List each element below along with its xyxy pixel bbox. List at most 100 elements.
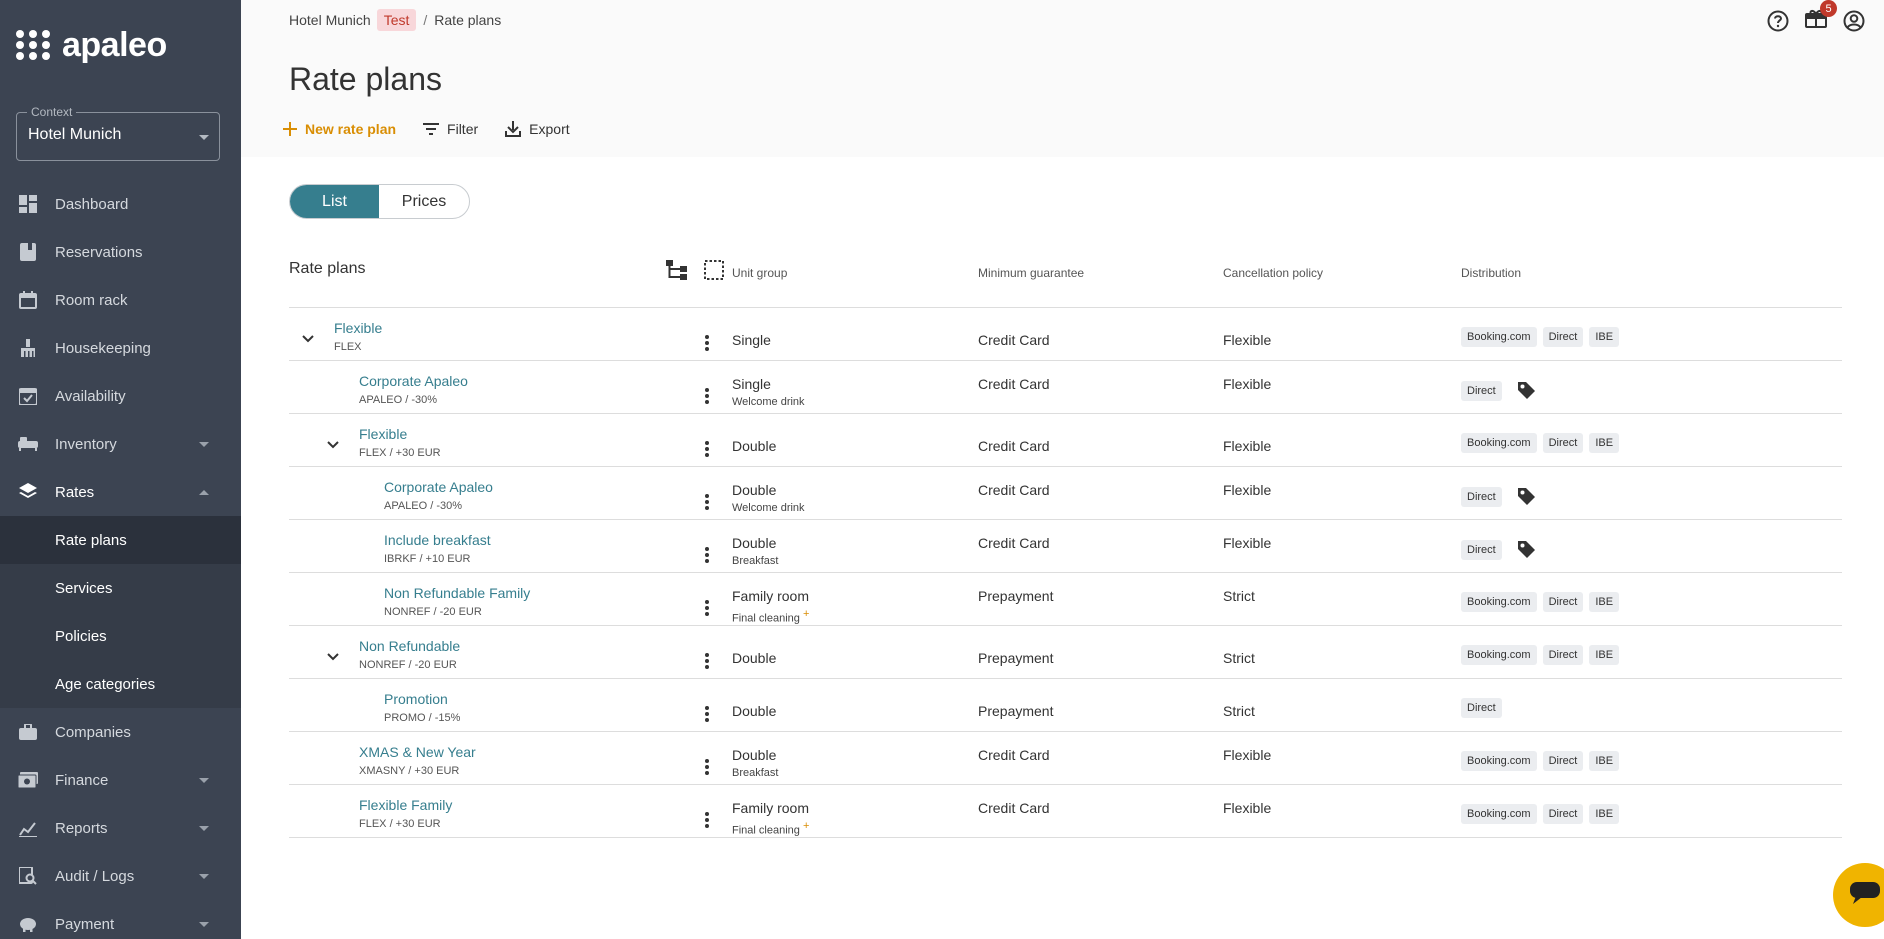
rate-plan-code: NONREF / -20 EUR [359,658,457,671]
chat-button[interactable] [1833,863,1884,927]
table-row[interactable]: XMAS & New Year XMASNY / +30 EUR Double B… [289,731,1842,785]
rate-plan-code: IBRKF / +10 EUR [384,552,471,565]
rate-plan-cell: Corporate Apaleo APALEO / -30% [289,360,732,414]
promo-tag-icon[interactable] [1516,539,1536,562]
gift-notifications-button[interactable]: 5 [1805,0,1837,33]
sidebar-item-room-rack[interactable]: Room rack [0,276,241,324]
minimum-guarantee: Credit Card [978,437,1050,454]
unit-group-cell: Double [732,678,978,732]
column-header-cancellation-policy[interactable]: Cancellation policy [1223,239,1461,308]
chevron-down-icon [199,826,209,831]
table-row[interactable]: Promotion PROMO / -15% Double Prepayment… [289,678,1842,732]
sidebar-item-rates[interactable]: Rates [0,468,241,516]
table-row[interactable]: Non Refundable NONREF / -20 EUR Double P… [289,625,1842,679]
table-row[interactable]: Include breakfast IBRKF / +10 EUR Double… [289,519,1842,573]
table-row[interactable]: Flexible FLEX Single Credit Card Flexibl… [289,307,1842,361]
unit-group: Double [732,649,777,666]
select-all-icon[interactable] [704,260,724,285]
hierarchy-icon[interactable] [666,260,688,285]
minimum-guarantee: Prepayment [978,702,1054,719]
more-options-icon[interactable] [705,493,709,511]
export-button[interactable]: Export [505,121,570,137]
context-select[interactable]: Context Hotel Munich [16,105,220,161]
more-options-icon[interactable] [705,334,709,352]
promo-tag-icon[interactable] [1516,486,1536,509]
column-header-distribution[interactable]: Distribution [1461,239,1842,308]
sidebar-item-rate-plans[interactable]: Rate plans [0,516,241,564]
channel-tag-ibe: IBE [1589,326,1620,347]
unit-group: Double [732,437,777,454]
sidebar-item-companies[interactable]: Companies [0,708,241,756]
channel-tag-booking: Booking.com [1461,591,1537,612]
rate-plan-name-link[interactable]: Flexible [359,426,732,442]
sidebar-item-services[interactable]: Services [0,564,241,612]
tab-prices[interactable]: Prices [379,185,469,218]
sidebar-item-reports[interactable]: Reports [0,804,241,852]
unit-group-service: Final cleaning [732,824,800,837]
sidebar-item-reservations[interactable]: Reservations [0,228,241,276]
notification-count: 5 [1820,0,1837,17]
minimum-guarantee: Credit Card [978,746,1050,763]
tab-list[interactable]: List [290,185,379,218]
channel-tag-direct: Direct [1542,750,1584,771]
sidebar-item-audit-logs[interactable]: Audit / Logs [0,852,241,900]
more-options-icon[interactable] [705,705,709,723]
new-rate-plan-label: New rate plan [305,121,397,137]
rate-plan-name-link[interactable]: Promotion [384,691,732,707]
table-row[interactable]: Corporate Apaleo APALEO / -30% Double Wel… [289,466,1842,520]
rate-plan-name-link[interactable]: Flexible Family [359,797,732,813]
rate-plan-name-link[interactable]: XMAS & New Year [359,744,732,760]
sidebar-item-age-categories[interactable]: Age categories [0,660,241,708]
chat-icon [1850,881,1880,909]
help-icon[interactable] [1767,10,1789,32]
rate-plan-name-link[interactable]: Non Refundable Family [384,585,732,601]
rate-plan-name-link[interactable]: Corporate Apaleo [359,373,732,389]
unit-group-cell: Double Breakfast [732,731,978,785]
channel-tag-direct: Direct [1542,432,1584,453]
chevron-down-icon[interactable] [327,436,339,452]
breadcrumb-hotel[interactable]: Hotel Munich [289,12,371,28]
unit-group: Double [732,746,777,763]
sidebar-item-inventory[interactable]: Inventory [0,420,241,468]
sidebar-item-payment[interactable]: Payment [0,900,241,939]
rate-plan-name-link[interactable]: Corporate Apaleo [384,479,732,495]
sidebar-item-availability[interactable]: Availability [0,372,241,420]
sidebar-item-policies[interactable]: Policies [0,612,241,660]
filter-button[interactable]: Filter [423,121,478,137]
table-row[interactable]: Corporate Apaleo APALEO / -30% Single Wel… [289,360,1842,414]
rate-plans-table: Rate plans Unit group Minimum guarantee … [289,239,1842,838]
more-options-icon[interactable] [705,652,709,670]
sidebar-item-housekeeping[interactable]: Housekeeping [0,324,241,372]
table-row[interactable]: Non Refundable Family NONREF / -20 EUR F… [289,572,1842,626]
unit-group-service: Breakfast [732,766,779,779]
apaleo-logo[interactable]: apaleo [0,0,241,90]
unit-group-service: Breakfast [732,554,779,567]
more-options-icon[interactable] [705,387,709,405]
more-options-icon[interactable] [705,440,709,458]
more-options-icon[interactable] [705,811,709,829]
column-header-unit-group[interactable]: Unit group [732,239,978,308]
promo-tag-icon[interactable] [1516,380,1536,403]
sidebar-item-label: Dashboard [55,195,129,213]
rate-plan-name-link[interactable]: Non Refundable [359,638,732,654]
rate-plan-name-link[interactable]: Flexible [334,320,732,336]
piggy-bank-icon [18,914,38,934]
new-rate-plan-button[interactable]: New rate plan [283,121,396,137]
distribution-cell: Booking.com Direct IBE [1461,784,1842,838]
column-header-minimum-guarantee[interactable]: Minimum guarantee [978,239,1223,308]
sidebar-item-label: Reservations [55,243,143,261]
more-options-icon[interactable] [705,599,709,617]
more-options-icon[interactable] [705,758,709,776]
chevron-down-icon[interactable] [302,330,314,346]
more-options-icon[interactable] [705,546,709,564]
unit-group: Double [732,481,777,498]
table-row[interactable]: Flexible FLEX / +30 EUR Double Credit Ca… [289,413,1842,467]
cancellation-policy: Flexible [1223,331,1272,348]
sidebar-item-finance[interactable]: Finance [0,756,241,804]
minimum-guarantee-cell: Prepayment [978,678,1223,732]
table-row[interactable]: Flexible Family FLEX / +30 EUR Family ro… [289,784,1842,838]
chevron-down-icon[interactable] [327,648,339,664]
account-icon[interactable] [1843,10,1865,32]
rate-plan-name-link[interactable]: Include breakfast [384,532,732,548]
sidebar-item-dashboard[interactable]: Dashboard [0,180,241,228]
